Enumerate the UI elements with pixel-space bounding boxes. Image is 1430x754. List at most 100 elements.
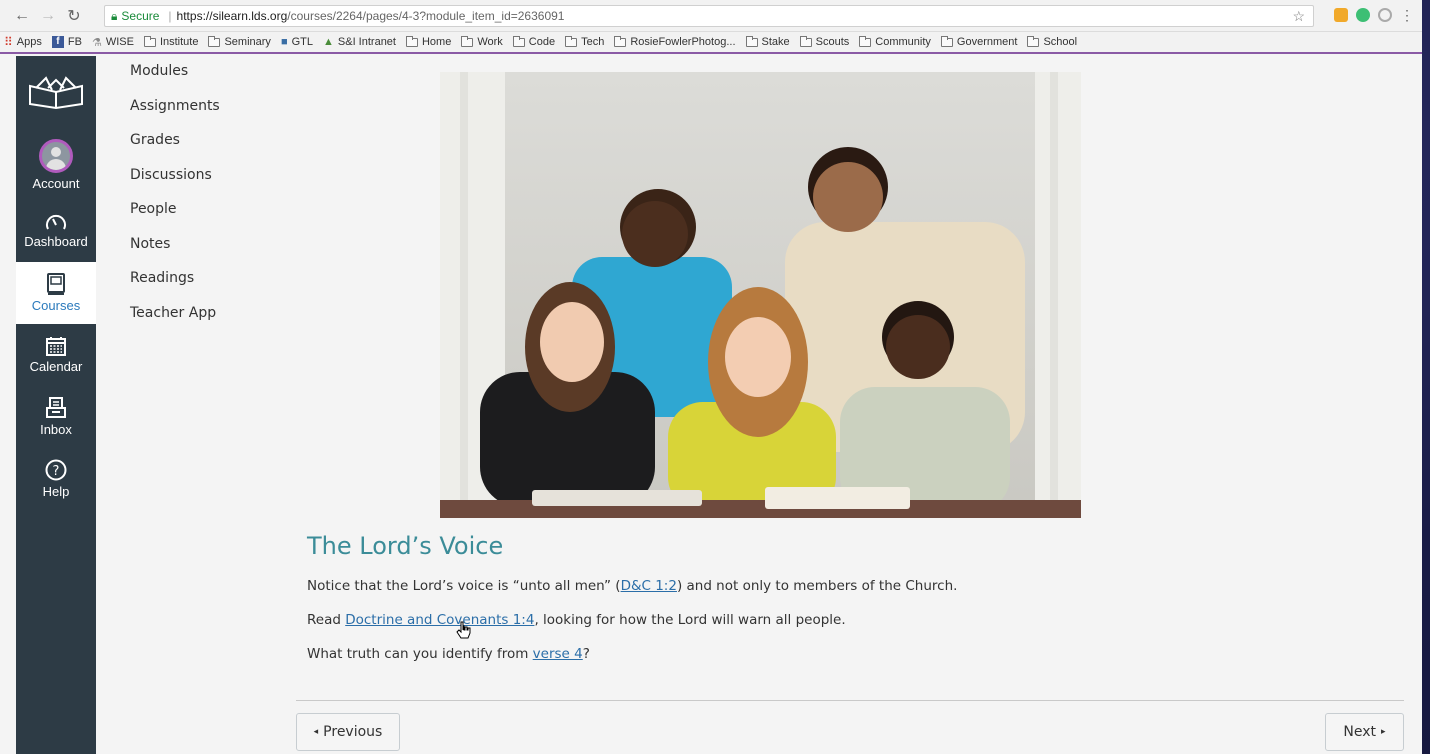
folder-icon	[512, 35, 525, 47]
bookmark-s-i-intranet[interactable]: ▲ S&I Intranet	[323, 36, 396, 48]
bookmark-label: Code	[528, 36, 556, 48]
user-avatar-icon	[39, 139, 73, 173]
open-book-icon	[29, 76, 83, 110]
bookmark-community[interactable]: Community	[859, 35, 931, 48]
bookmark-label: Tech	[581, 36, 605, 48]
course-nav-discussions[interactable]: Discussions	[130, 160, 220, 195]
back-arrow-icon[interactable]: ←	[12, 7, 32, 25]
bookmark-star-icon[interactable]: ☆	[1292, 8, 1305, 25]
course-nav-teacher-app[interactable]: Teacher App	[130, 298, 220, 333]
bookmark-home[interactable]: Home	[405, 35, 452, 48]
next-arrow-icon: ▸	[1381, 727, 1386, 737]
bookmark-institute[interactable]: Institute	[143, 35, 199, 48]
address-bar[interactable]: 🔒︎ Secure | https://silearn.lds.org /cou…	[104, 5, 1314, 27]
global-navigation: Account Dashboard Courses Calendar Inbox…	[16, 56, 96, 754]
nav-courses-label: Courses	[31, 298, 81, 313]
paragraph-voice: Notice that the Lord’s voice is “unto al…	[307, 578, 957, 594]
wise-icon: ⚗	[91, 36, 102, 49]
inbox-icon	[46, 397, 66, 418]
bookmark-label: Seminary	[224, 36, 271, 48]
bookmark-label: RosieFowlerPhotog...	[630, 36, 736, 48]
footer-divider	[296, 700, 1404, 701]
bookmark-label: Work	[477, 36, 503, 48]
nav-inbox[interactable]: Inbox	[16, 386, 96, 448]
dc-1-4-link[interactable]: Doctrine and Covenants 1:4	[345, 612, 534, 628]
dc-1-2-link[interactable]: D&C 1:2	[621, 578, 677, 594]
secure-label: Secure	[121, 9, 160, 23]
bookmark-apps[interactable]: ⠿ Apps	[4, 35, 42, 49]
folder-icon	[1027, 35, 1040, 47]
nav-help-label: Help	[42, 484, 70, 499]
apps-grid-icon: ⠿	[4, 35, 13, 49]
bookmark-label: Community	[875, 36, 931, 48]
bookmark-wise[interactable]: ⚗ WISE	[92, 36, 134, 49]
bookmark-code[interactable]: Code	[512, 35, 556, 48]
folder-icon	[859, 35, 872, 47]
folder-icon	[405, 35, 418, 47]
course-nav-notes[interactable]: Notes	[130, 229, 220, 264]
browser-window: ← → ↻ 🔒︎ Secure | https://silearn.lds.or…	[0, 0, 1422, 754]
browser-toolbar: ← → ↻ 🔒︎ Secure | https://silearn.lds.or…	[0, 0, 1422, 32]
course-nav-readings[interactable]: Readings	[130, 263, 220, 298]
chrome-menu-icon[interactable]: ⋮	[1400, 8, 1414, 22]
nav-dashboard-label: Dashboard	[24, 234, 88, 249]
reload-icon[interactable]: ↻	[64, 6, 84, 26]
previous-button[interactable]: ◂ Previous	[296, 713, 400, 751]
folder-icon	[799, 35, 812, 47]
lock-icon: 🔒︎	[111, 8, 118, 23]
p3-text-after: ?	[582, 646, 590, 662]
facebook-icon: f	[51, 36, 64, 48]
bookmark-label: S&I Intranet	[337, 36, 396, 48]
course-nav-modules[interactable]: Modules	[130, 56, 220, 91]
bookmark-government[interactable]: Government	[940, 35, 1018, 48]
bookmark-fb[interactable]: f FB	[51, 36, 82, 48]
bookmark-label: Home	[421, 36, 452, 48]
nav-help[interactable]: ? Help	[16, 448, 96, 510]
bookmark-label: WISE	[105, 36, 134, 48]
paragraph-read: Read Doctrine and Covenants 1:4, looking…	[307, 612, 846, 628]
bookmarks-bar: ⠿ Apps f FB ⚗ WISE Institute Seminary ■ GTL ▲ S&I I…	[0, 32, 1422, 54]
forward-arrow-icon[interactable]: →	[38, 7, 58, 25]
grammarly-icon[interactable]	[1356, 8, 1370, 22]
folder-icon	[461, 35, 474, 47]
next-label: Next	[1343, 724, 1377, 740]
folder-icon	[940, 35, 953, 47]
nav-account[interactable]: Account	[16, 130, 96, 200]
folder-icon	[614, 35, 627, 47]
verse-4-link[interactable]: verse 4	[533, 646, 583, 662]
bookmark-label: School	[1043, 36, 1078, 48]
course-nav-grades[interactable]: Grades	[130, 125, 220, 160]
next-button[interactable]: Next ▸	[1325, 713, 1404, 751]
bookmark-rosiefowlerphotog[interactable]: RosieFowlerPhotog...	[614, 35, 736, 48]
bookmark-label: Apps	[16, 36, 42, 48]
course-nav-people[interactable]: People	[130, 194, 220, 229]
course-navigation: Modules Assignments Grades Discussions P…	[130, 56, 220, 332]
bookmark-gtl[interactable]: ■ GTL	[281, 36, 313, 48]
bookmark-stake[interactable]: Stake	[745, 35, 790, 48]
nav-dashboard[interactable]: Dashboard	[16, 200, 96, 262]
bookmark-work[interactable]: Work	[461, 35, 503, 48]
url-path: /courses/2264/pages/4-3?module_item_id=2…	[287, 9, 565, 23]
nav-courses[interactable]: Courses	[16, 262, 96, 324]
bookmark-tech[interactable]: Tech	[565, 35, 605, 48]
lds-book-logo[interactable]	[16, 56, 96, 130]
courses-book-icon	[47, 273, 65, 295]
extension-badge-icon[interactable]	[1334, 8, 1348, 22]
page-title: The Lord’s Voice	[307, 532, 504, 560]
extension-icons: ⋮	[1334, 8, 1414, 22]
bookmark-school[interactable]: School	[1027, 35, 1078, 48]
students-photo	[440, 72, 1081, 518]
nav-calendar[interactable]: Calendar	[16, 324, 96, 386]
bookmark-seminary[interactable]: Seminary	[208, 35, 271, 48]
nav-account-label: Account	[32, 176, 80, 191]
url-host: https://silearn.lds.org	[176, 9, 288, 23]
bookmark-scouts[interactable]: Scouts	[799, 35, 849, 48]
extension-circle-icon[interactable]	[1378, 8, 1392, 22]
course-nav-assignments[interactable]: Assignments	[130, 91, 220, 126]
bookmark-label: Institute	[159, 36, 199, 48]
folder-icon	[745, 35, 758, 47]
previous-arrow-icon: ◂	[313, 727, 319, 737]
paragraph-truth: What truth can you identify from verse 4…	[307, 646, 590, 662]
bookmark-label: Government	[956, 36, 1018, 48]
help-question-icon: ?	[45, 459, 67, 481]
